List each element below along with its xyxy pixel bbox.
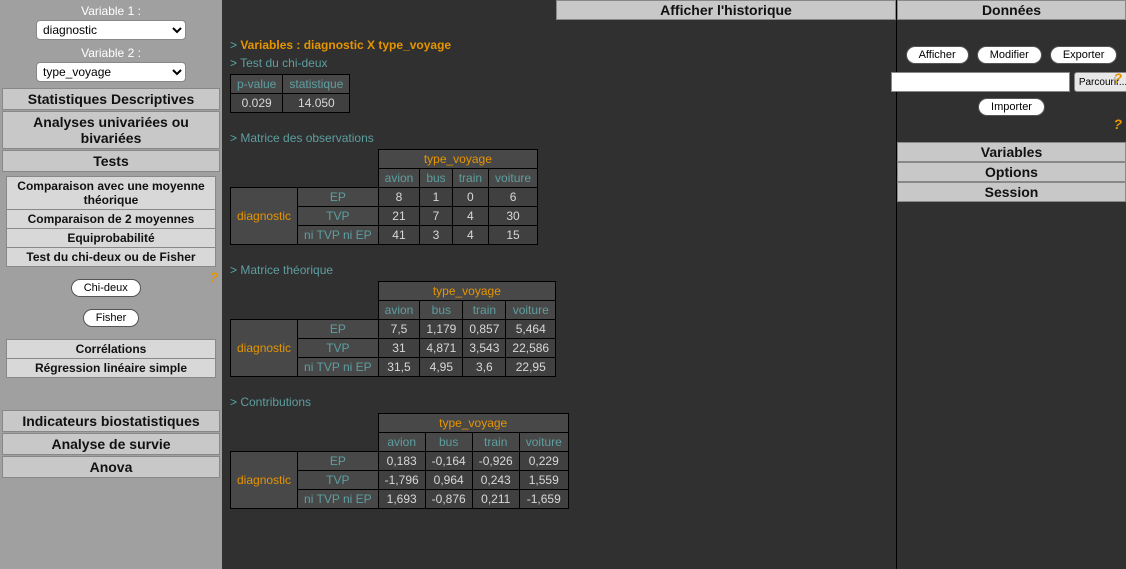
var1-label: Variable 1 : [2,4,220,18]
help-icon[interactable]: ? [209,269,218,285]
cell-pvalue: 0.029 [231,94,283,113]
nav-stats-descriptives[interactable]: Statistiques Descriptives [2,88,220,110]
nav-item-correlations[interactable]: Corrélations [7,340,215,359]
var2-select[interactable]: type_voyage [36,62,186,82]
cell-stat: 14.050 [283,94,350,113]
modifier-button[interactable]: Modifier [977,46,1042,64]
chi2-result-table: p-value statistique 0.029 14.050 [230,74,350,113]
nav-analyses-uni-bi[interactable]: Analyses univariées ou bivariées [2,111,220,149]
nav-item-reglin[interactable]: Régression linéaire simple [7,359,215,377]
nav-survie[interactable]: Analyse de survie [2,433,220,455]
tests-group: Comparaison avec une moyenne théorique C… [6,176,216,267]
section-options[interactable]: Options [897,162,1126,182]
help-icon[interactable]: ? [1113,116,1122,132]
exporter-button[interactable]: Exporter [1050,46,1118,64]
right-panel: Afficher Modifier Exporter ? Parcourir..… [896,20,1126,569]
th-pvalue: p-value [231,75,283,94]
fisher-button[interactable]: Fisher [83,309,140,327]
afficher-button[interactable]: Afficher [906,46,969,64]
file-path-input[interactable] [891,72,1070,92]
help-icon[interactable]: ? [1113,70,1122,86]
section-session[interactable]: Session [897,182,1126,202]
donnees-title: Données [897,0,1126,20]
test-heading: > Test du chi-deux [230,56,888,70]
chi2-button[interactable]: Chi-deux [71,279,141,297]
obs-table: type_voyage avion bus train voiture diag… [230,149,538,245]
nav-indicateurs[interactable]: Indicateurs biostatistiques [2,410,220,432]
nav-tests[interactable]: Tests [2,150,220,172]
main-content: > Variables : diagnostic X type_voyage >… [222,20,896,569]
contrib-heading: > Contributions [230,395,888,409]
th-stat: statistique [283,75,350,94]
var1-select[interactable]: diagnostic [36,20,186,40]
var2-label: Variable 2 : [2,46,220,60]
nav-anova[interactable]: Anova [2,456,220,478]
corr-group: Corrélations Régression linéaire simple [6,339,216,378]
obs-heading: > Matrice des observations [230,131,888,145]
nav-item-equiprob[interactable]: Equiprobabilité [7,229,215,248]
theo-table: type_voyage avion bus train voiture diag… [230,281,556,377]
importer-button[interactable]: Importer [978,98,1045,116]
historique-title[interactable]: Afficher l'historique [556,0,896,20]
nav-item-comp-2-moy[interactable]: Comparaison de 2 moyennes [7,210,215,229]
contrib-table: type_voyage avion bus train voiture diag… [230,413,569,509]
variables-heading: > Variables : diagnostic X type_voyage [230,38,888,52]
theo-heading: > Matrice théorique [230,263,888,277]
left-sidebar: Variable 1 : diagnostic Variable 2 : typ… [0,0,222,569]
nav-item-chi2-fisher[interactable]: Test du chi-deux ou de Fisher [7,248,215,266]
nav-item-comp-moy-theo[interactable]: Comparaison avec une moyenne théorique [7,177,215,210]
section-variables[interactable]: Variables [897,142,1126,162]
